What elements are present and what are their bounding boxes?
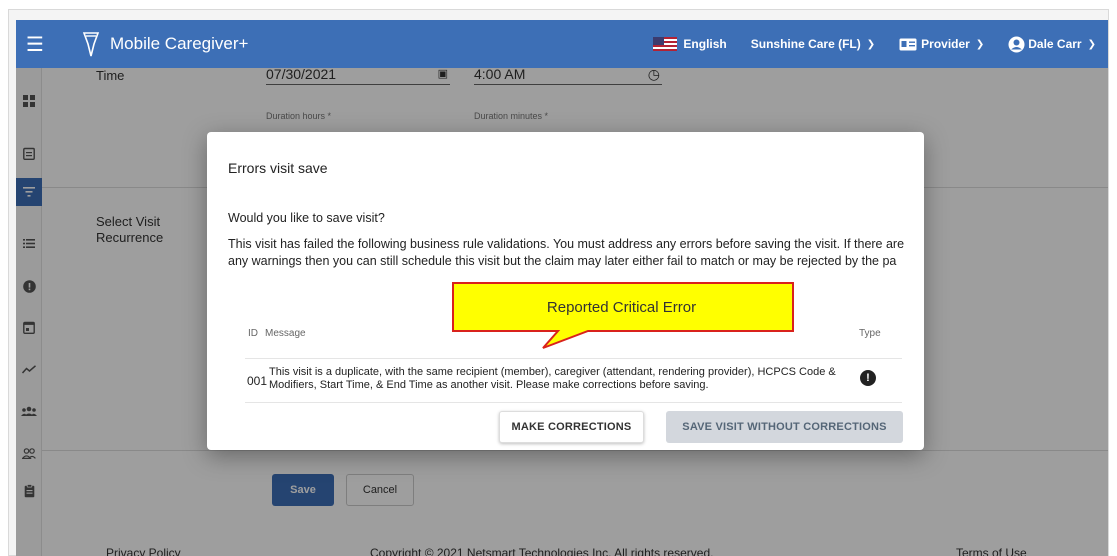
error-icon: !	[860, 370, 876, 386]
dialog-description: This visit has failed the following busi…	[228, 237, 905, 268]
dialog-title: Errors visit save	[228, 160, 328, 176]
column-header-type: Type	[859, 328, 881, 339]
user-name: Dale Carr	[1028, 37, 1082, 51]
save-without-corrections-button[interactable]: SAVE VISIT WITHOUT CORRECTIONS	[666, 411, 903, 443]
column-header-message: Message	[265, 328, 306, 339]
role-label: Provider	[921, 37, 970, 51]
callout-bubble	[452, 282, 794, 349]
table-divider	[245, 402, 902, 403]
id-card-icon	[899, 38, 917, 50]
callout-text: Reported Critical Error	[546, 299, 697, 316]
make-corrections-button[interactable]: MAKE CORRECTIONS	[499, 411, 644, 443]
row-id: 001	[247, 374, 268, 388]
user-menu[interactable]: Dale Carr ❯	[1008, 36, 1096, 53]
chevron-down-icon: ❯	[975, 38, 985, 50]
app-logo-icon	[82, 32, 100, 57]
agency-selector[interactable]: Sunshine Care (FL) ❯	[751, 37, 875, 51]
menu-icon[interactable]: ☰	[16, 32, 54, 57]
chevron-down-icon: ❯	[1087, 38, 1096, 50]
chevron-down-icon: ❯	[866, 38, 876, 50]
column-header-id: ID	[248, 328, 258, 339]
account-circle-icon	[1008, 36, 1025, 52]
row-message: This visit is a duplicate, with the same…	[269, 366, 836, 391]
app-brand[interactable]: Mobile Caregiver+	[110, 34, 248, 54]
dialog-question: Would you like to save visit?	[228, 211, 385, 225]
us-flag-icon	[653, 37, 678, 51]
role-selector[interactable]: Provider ❯	[899, 37, 984, 51]
agency-label: Sunshine Care (FL)	[750, 37, 861, 51]
language-label: English	[683, 37, 727, 51]
app-bar: ☰ Mobile Caregiver+ English Sunshine Car…	[16, 20, 1108, 68]
table-divider	[245, 358, 902, 359]
language-selector[interactable]: English	[653, 37, 727, 51]
